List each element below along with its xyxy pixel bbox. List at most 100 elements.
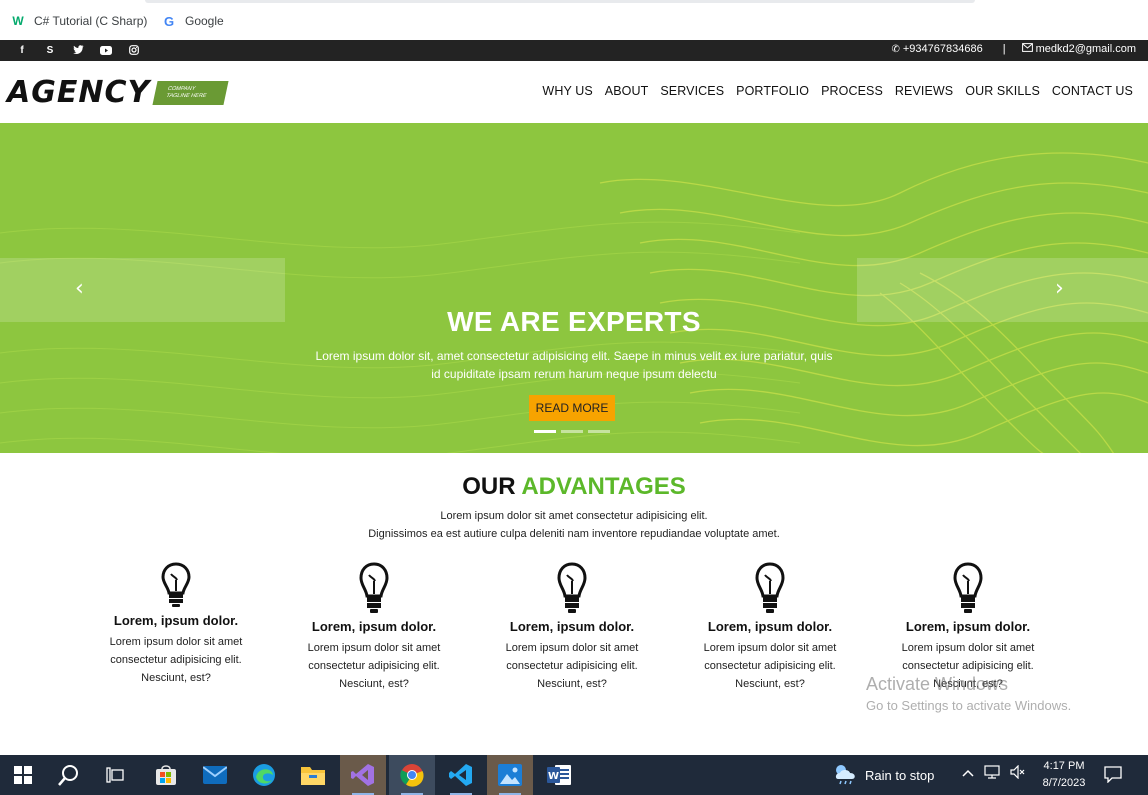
taskbar-visual-studio[interactable] bbox=[340, 755, 386, 795]
advantage-card-title: Lorem, ipsum dolor. bbox=[311, 619, 437, 634]
logo-tagline-line2: TAGLINE HERE bbox=[165, 92, 208, 99]
taskbar-vscode[interactable] bbox=[438, 755, 484, 795]
contact-separator: | bbox=[1002, 43, 1006, 55]
advantage-card-title: Lorem, ipsum dolor. bbox=[905, 619, 1031, 634]
nav-services[interactable]: SERVICES bbox=[660, 84, 724, 98]
lightbulb-icon bbox=[755, 562, 785, 613]
nav-reviews[interactable]: REVIEWS bbox=[895, 84, 953, 98]
advantages-title: OUR ADVANTAGES bbox=[0, 473, 1148, 501]
photos-icon bbox=[498, 764, 522, 786]
advantages-subtitle: Lorem ipsum dolor sit amet consectetur a… bbox=[0, 507, 1148, 543]
speaker-muted-icon[interactable] bbox=[1010, 764, 1026, 782]
network-icon[interactable] bbox=[984, 765, 1000, 782]
advantage-card: Lorem, ipsum dolor. Lorem ipsum dolor si… bbox=[487, 561, 657, 693]
notification-button[interactable] bbox=[1103, 765, 1123, 784]
lightbulb-icon bbox=[161, 562, 191, 607]
advantage-card-text: Lorem ipsum dolor sit amet consectetur a… bbox=[505, 642, 639, 690]
advantage-card-text: Lorem ipsum dolor sit amet consectetur a… bbox=[109, 636, 243, 684]
chevron-left-icon: ‹ bbox=[75, 276, 84, 301]
contact-info: ✆ +934767834686 | medkd2@gmail.com bbox=[891, 43, 1136, 55]
hero-carousel: ‹ › WE ARE EXPERTS Lorem ipsum dolor sit… bbox=[0, 123, 1148, 453]
word-icon: W bbox=[547, 765, 571, 785]
advantages-subtitle-line2: Dignissimos ea est autiure culpa delenit… bbox=[368, 528, 780, 540]
taskbar-edge[interactable] bbox=[241, 755, 287, 795]
advantage-card: Lorem, ipsum dolor. Lorem ipsum dolor si… bbox=[289, 561, 459, 693]
logo-text: AGENCY bbox=[7, 75, 151, 110]
phone-number[interactable]: +934767834686 bbox=[903, 43, 983, 55]
logo-tagline-line1: COMPANY bbox=[167, 85, 197, 92]
task-view-icon bbox=[106, 767, 124, 783]
advantages-subtitle-line1: Lorem ipsum dolor sit amet consectetur a… bbox=[440, 510, 708, 522]
nav-process[interactable]: PROCESS bbox=[821, 84, 883, 98]
nav-our-skills[interactable]: OUR SKILLS bbox=[965, 84, 1040, 98]
chevron-up-icon[interactable] bbox=[962, 765, 974, 782]
taskbar-chrome[interactable] bbox=[389, 755, 435, 795]
clock-time: 4:17 PM bbox=[1043, 760, 1085, 772]
bookmark-csharp-tutorial[interactable]: W C# Tutorial (C Sharp) bbox=[10, 12, 147, 30]
advantage-card-text: Lorem ipsum dolor sit amet consectetur a… bbox=[307, 642, 441, 690]
windows-logo-icon bbox=[14, 766, 32, 784]
skype-icon[interactable]: S bbox=[43, 43, 57, 57]
bookmark-google[interactable]: G Google bbox=[161, 12, 224, 30]
taskbar-word[interactable]: W bbox=[536, 755, 582, 795]
logo-tagline-badge: COMPANY TAGLINE HERE bbox=[152, 80, 229, 105]
notification-icon bbox=[1104, 766, 1122, 784]
microsoft-store-icon bbox=[156, 765, 176, 785]
taskbar-search-button[interactable] bbox=[46, 755, 92, 795]
google-icon: G bbox=[163, 13, 175, 29]
carousel-indicator-3[interactable] bbox=[588, 430, 610, 433]
nav-about[interactable]: ABOUT bbox=[605, 84, 649, 98]
taskbar-photos[interactable] bbox=[487, 755, 533, 795]
rain-cloud-icon bbox=[835, 765, 855, 785]
system-tray bbox=[962, 764, 1026, 782]
advantages-title-dark: OUR bbox=[462, 473, 516, 500]
advantage-card-title: Lorem, ipsum dolor. bbox=[113, 613, 239, 628]
nav-why-us[interactable]: WHY US bbox=[542, 84, 592, 98]
bookmarks-bar: W C# Tutorial (C Sharp) G Google bbox=[0, 0, 1148, 40]
social-links: f S bbox=[15, 43, 141, 57]
read-more-button[interactable]: READ MORE bbox=[529, 395, 615, 421]
youtube-icon[interactable] bbox=[99, 43, 113, 57]
start-button[interactable] bbox=[0, 755, 46, 795]
lightbulb-icon bbox=[359, 562, 389, 613]
advantage-card: Lorem, ipsum dolor. Lorem ipsum dolor si… bbox=[685, 561, 855, 693]
search-icon bbox=[58, 765, 78, 786]
vscode-icon bbox=[449, 764, 472, 786]
weather-widget[interactable]: Rain to stop bbox=[833, 763, 934, 787]
carousel-indicator-1[interactable] bbox=[534, 430, 556, 433]
top-info-bar: f S ✆ +934767834686 | medkd2@gmail.com bbox=[0, 40, 1148, 61]
activate-windows-line1: Activate Windows bbox=[866, 674, 1009, 694]
email-address[interactable]: medkd2@gmail.com bbox=[1036, 43, 1136, 55]
weather-text: Rain to stop bbox=[865, 767, 935, 783]
carousel-indicators bbox=[534, 430, 610, 433]
w3schools-icon: W bbox=[12, 14, 24, 28]
task-view-button[interactable] bbox=[92, 755, 138, 795]
envelope-icon bbox=[1021, 43, 1033, 55]
chrome-icon bbox=[400, 764, 424, 787]
taskbar-mail[interactable] bbox=[192, 755, 238, 795]
nav-portfolio[interactable]: PORTFOLIO bbox=[736, 84, 809, 98]
hero-text: Lorem ipsum dolor sit, amet consectetur … bbox=[315, 349, 833, 381]
twitter-icon[interactable] bbox=[71, 43, 85, 57]
site-header: AGENCY COMPANY TAGLINE HERE WHY US ABOUT… bbox=[0, 61, 1148, 123]
advantage-card-text: Lorem ipsum dolor sit amet consectetur a… bbox=[703, 642, 837, 690]
taskbar-file-explorer[interactable] bbox=[290, 755, 336, 795]
site-logo[interactable]: AGENCY COMPANY TAGLINE HERE bbox=[7, 75, 229, 110]
bookmark-label: C# Tutorial (C Sharp) bbox=[34, 14, 148, 28]
chevron-right-icon: › bbox=[1055, 276, 1064, 301]
hero-title: WE ARE EXPERTS bbox=[447, 306, 701, 337]
carousel-indicator-2[interactable] bbox=[561, 430, 583, 433]
edge-browser-icon bbox=[253, 764, 275, 786]
advantage-card-title: Lorem, ipsum dolor. bbox=[707, 619, 833, 634]
nav-contact-us[interactable]: CONTACT US bbox=[1052, 84, 1133, 98]
facebook-icon[interactable]: f bbox=[15, 43, 29, 57]
windows-taskbar: W Rain to stop 4:17 PM 8/7/2023 bbox=[0, 755, 1148, 795]
bookmark-label: Google bbox=[185, 14, 224, 28]
taskbar-clock[interactable]: 4:17 PM 8/7/2023 bbox=[1036, 758, 1092, 792]
address-bar-edge bbox=[145, 0, 975, 3]
instagram-icon[interactable] bbox=[127, 43, 141, 57]
lightbulb-icon bbox=[557, 562, 587, 613]
activate-windows-watermark: Activate Windows Go to Settings to activ… bbox=[866, 674, 1071, 713]
taskbar-store[interactable] bbox=[143, 755, 189, 795]
mail-icon bbox=[203, 766, 227, 784]
